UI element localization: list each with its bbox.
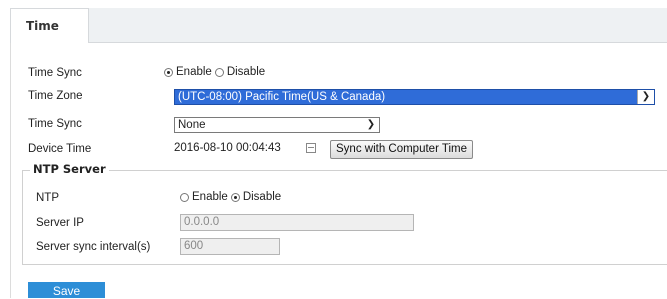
sync-interval-field[interactable]: 600 — [180, 238, 280, 255]
time-sync-source-select[interactable]: None ❯ — [174, 117, 380, 133]
ntp-enable-radio[interactable] — [180, 192, 189, 202]
time-sync-enable-label[interactable]: Enable — [176, 66, 212, 78]
time-sync-mode-label: Time Sync — [28, 67, 82, 79]
ntp-label: NTP — [36, 192, 59, 204]
time-sync-disable-radio[interactable] — [214, 67, 224, 77]
ntp-disable-label[interactable]: Disable — [243, 191, 281, 203]
chevron-down-icon[interactable]: ❯ — [637, 90, 654, 104]
ntp-server-legend: NTP Server — [30, 162, 109, 176]
time-sync-source-value: None — [178, 119, 206, 131]
server-ip-field[interactable]: 0.0.0.0 — [180, 214, 414, 231]
server-ip-label: Server IP — [36, 217, 84, 229]
calendar-icon[interactable] — [306, 143, 316, 153]
time-zone-value: (UTC-08:00) Pacific Time(US & Canada) — [178, 91, 386, 103]
device-time-field[interactable]: 2016-08-10 00:04:43 — [174, 141, 298, 158]
save-button[interactable]: Save — [28, 282, 105, 298]
device-time-label: Device Time — [28, 143, 92, 155]
tab-time-label: Time — [26, 19, 59, 33]
chevron-down-icon[interactable]: ❯ — [363, 118, 379, 132]
sync-with-computer-time-button[interactable]: Sync with Computer Time — [330, 140, 474, 159]
ntp-radio-group: Enable Disable — [180, 191, 284, 203]
time-zone-select[interactable]: (UTC-08:00) Pacific Time(US & Canada) ❯ — [174, 89, 655, 105]
tab-strip — [10, 8, 667, 43]
time-sync-disable-label[interactable]: Disable — [227, 66, 265, 78]
time-sync-enable-radio[interactable] — [164, 67, 173, 77]
tab-time[interactable]: Time — [10, 8, 89, 43]
time-sync-mode-radio-group: Enable Disable — [164, 66, 268, 78]
time-zone-label: Time Zone — [28, 90, 83, 102]
sync-interval-label: Server sync interval(s) — [36, 241, 151, 253]
ntp-enable-label[interactable]: Enable — [192, 191, 228, 203]
time-sync-source-label: Time Sync — [28, 118, 82, 130]
ntp-disable-radio[interactable] — [230, 192, 240, 202]
